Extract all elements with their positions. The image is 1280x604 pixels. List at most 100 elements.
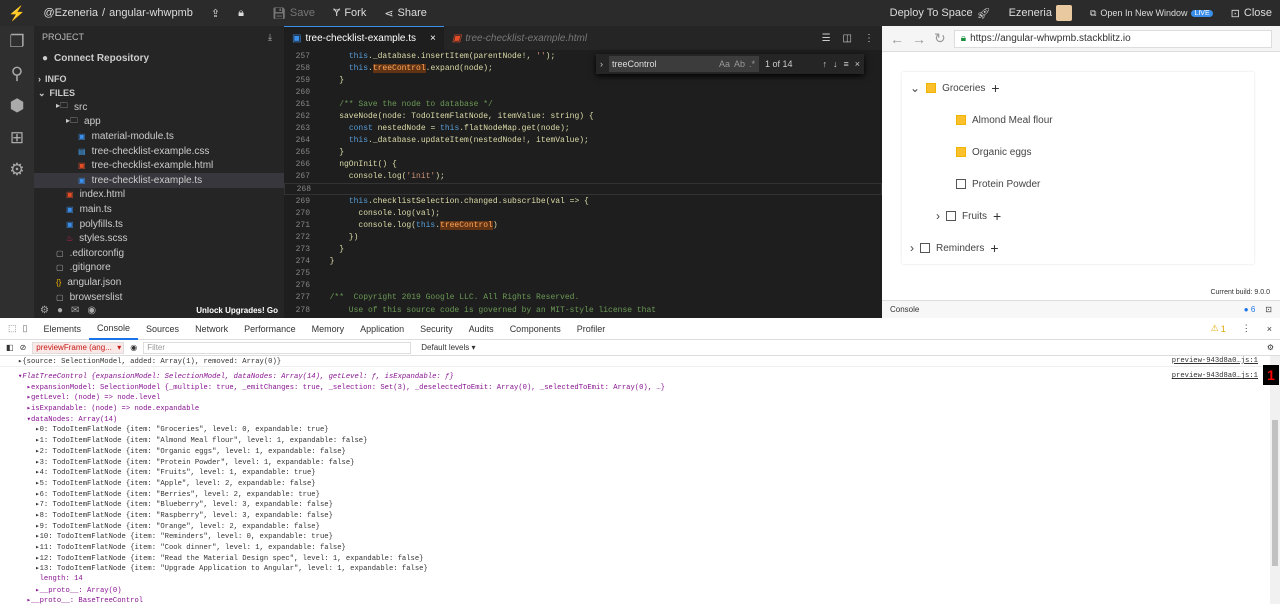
console-row[interactable]: ▸1: TodoItemFlatNode {item: "Almond Meal…	[0, 435, 1266, 446]
console-row[interactable]: ▾FlatTreeControl {expansionModel: Select…	[0, 371, 1266, 382]
code-line[interactable]: 261 /** Save the node to database */	[284, 98, 882, 110]
code-line[interactable]: 264 this._database.updateItem(nestedNode…	[284, 135, 882, 147]
tab-components[interactable]: Components	[502, 318, 569, 340]
file-tree-item[interactable]: ▢ .editorconfig	[34, 246, 284, 261]
chevron-right-icon[interactable]: ›	[936, 209, 940, 223]
tab-security[interactable]: Security	[412, 318, 461, 340]
dock-icon[interactable]: ⊡	[1265, 305, 1272, 314]
console-settings-icon[interactable]: ⚙	[1267, 343, 1274, 352]
console-row[interactable]: ▸expansionModel: SelectionModel {_multip…	[0, 381, 1266, 392]
console-source-link[interactable]: preview-943d8a0…js:1	[1172, 357, 1258, 365]
code-line[interactable]: 277 /** Copyright 2019 Google LLC. All R…	[284, 292, 882, 304]
open-new-window-button[interactable]: ⧉ Open In New Window LIVE	[1090, 8, 1213, 19]
tree-node-checkbox[interactable]	[946, 211, 956, 221]
extensions-icon[interactable]: ⊞	[0, 122, 34, 154]
unlock-upgrades-link[interactable]: Unlock Upgrades! Go	[196, 306, 278, 315]
console-row[interactable]: ▸13: TodoItemFlatNode {item: "Upgrade Ap…	[0, 563, 1266, 574]
file-tree-item[interactable]: ▣ main.ts	[34, 202, 284, 217]
whole-word-toggle[interactable]: Ab	[734, 59, 745, 69]
add-item-icon[interactable]: +	[991, 81, 999, 95]
regex-toggle[interactable]: .*	[749, 59, 755, 69]
clear-console-icon[interactable]: ⊘	[20, 343, 27, 352]
tree-node-checkbox[interactable]	[926, 83, 937, 93]
log-levels-dropdown[interactable]: Default levels ▾	[421, 343, 475, 352]
chevron-down-icon[interactable]: ⌄	[910, 81, 920, 95]
tab-application[interactable]: Application	[352, 318, 412, 340]
back-icon[interactable]: ←	[890, 31, 904, 47]
tree-node-checkbox[interactable]	[956, 179, 966, 189]
code-area[interactable]: 257 this._database.insertItem(parentNode…	[284, 50, 882, 318]
connect-repository-button[interactable]: ● Connect Repository	[34, 48, 284, 68]
share-settings-icon[interactable]: ⇪	[211, 7, 220, 20]
tab-audits[interactable]: Audits	[461, 318, 502, 340]
console-row[interactable]: ▸5: TodoItemFlatNode {item: "Apple", lev…	[0, 478, 1266, 489]
tab-ts[interactable]: ▣ tree-checklist-example.ts ×	[284, 26, 444, 50]
file-tree-item[interactable]: ♨ styles.scss	[34, 231, 284, 246]
console-row[interactable]: ▸{source: SelectionModel, added: Array(1…	[0, 356, 1266, 367]
eye-icon[interactable]: ◉	[130, 343, 137, 352]
close-find-icon[interactable]: ×	[855, 59, 860, 69]
files-icon[interactable]: ❐	[0, 26, 34, 58]
code-line[interactable]: 266 ngOnInit() {	[284, 159, 882, 171]
save-button[interactable]: 💾︎ Save	[272, 7, 315, 20]
code-line[interactable]: 259 }	[284, 74, 882, 86]
console-row[interactable]: ▸7: TodoItemFlatNode {item: "Blueberry",…	[0, 499, 1266, 510]
deploy-icon[interactable]: ⬢	[0, 90, 34, 122]
add-item-icon[interactable]: +	[990, 241, 998, 255]
file-tree-item[interactable]: ▸🗀︎ src	[34, 100, 284, 115]
url-field[interactable]: 🔒︎ https://angular-whwpmb.stackblitz.io	[953, 29, 1272, 48]
chevron-right-icon[interactable]: ›	[910, 241, 914, 255]
code-line[interactable]: 275	[284, 268, 882, 280]
fork-button[interactable]: Ɏ Fork	[333, 7, 366, 19]
chevron-right-icon[interactable]: ›	[600, 59, 603, 69]
owner-link[interactable]: @Ezeneria	[43, 7, 98, 19]
file-tree-item[interactable]: ▤ tree-checklist-example.css	[34, 144, 284, 159]
console-row[interactable]: ▸4: TodoItemFlatNode {item: "Fruits", le…	[0, 467, 1266, 478]
user-menu[interactable]: Ezeneria	[1009, 5, 1072, 21]
console-scrollbar[interactable]	[1270, 356, 1280, 604]
share-button[interactable]: ⋖ Share	[384, 7, 427, 20]
console-source-link[interactable]: preview-943d8a0…js:1	[1172, 372, 1258, 380]
code-line[interactable]: 271 console.log(this.treeControl)	[284, 219, 882, 231]
console-row[interactable]: ▸0: TodoItemFlatNode {item: "Groceries",…	[0, 424, 1266, 435]
console-row[interactable]: ▸12: TodoItemFlatNode {item: "Read the M…	[0, 552, 1266, 563]
context-selector[interactable]: previewFrame (ang... ▾	[32, 341, 125, 354]
arrow-up-icon[interactable]: ↑	[822, 59, 827, 69]
code-line[interactable]: 265 }	[284, 147, 882, 159]
device-toolbar-icon[interactable]: ▯	[23, 323, 28, 334]
code-line[interactable]: 268	[284, 183, 882, 196]
inspect-element-icon[interactable]: ⬚	[8, 323, 17, 334]
preview-console-toggle[interactable]: Console ● 6 ⊡	[882, 300, 1280, 318]
files-section[interactable]: ⌄ FILES	[34, 86, 284, 100]
deploy-button[interactable]: Deploy To Space 🚀︎	[890, 7, 991, 20]
tab-elements[interactable]: Elements	[35, 318, 89, 340]
more-actions-icon[interactable]: ⋮	[864, 33, 874, 44]
code-line[interactable]: 274 }	[284, 256, 882, 268]
find-in-selection-icon[interactable]: ≡	[843, 59, 848, 69]
settings-gear-icon[interactable]: ⚙	[0, 154, 34, 186]
console-row[interactable]: ▸9: TodoItemFlatNode {item: "Orange", le…	[0, 520, 1266, 531]
tab-memory[interactable]: Memory	[304, 318, 353, 340]
search-icon[interactable]: ⚲	[0, 58, 34, 90]
console-row[interactable]: length: 14	[0, 574, 1266, 585]
tab-console[interactable]: Console	[89, 318, 139, 340]
tab-network[interactable]: Network	[187, 318, 236, 340]
devtools-close-icon[interactable]: ×	[1259, 318, 1280, 340]
close-button[interactable]: ⊡ Close	[1231, 7, 1272, 20]
console-row[interactable]: ▸__proto__: BaseTreeControl	[0, 595, 1266, 604]
console-row[interactable]: ▸getLevel: (node) => node.level	[0, 392, 1266, 403]
code-line[interactable]: 270 console.log(val);	[284, 207, 882, 219]
match-case-toggle[interactable]: Aa	[719, 59, 730, 69]
console-row[interactable]: ▸2: TodoItemFlatNode {item: "Organic egg…	[0, 446, 1266, 457]
stackblitz-logo-icon[interactable]: ⚡	[8, 5, 25, 22]
sidebar-toggle-icon[interactable]: ◧	[6, 343, 14, 352]
code-line[interactable]: 278 Use of this source code is governed …	[284, 304, 882, 316]
discord-icon[interactable]: ◉	[87, 305, 96, 316]
add-item-icon[interactable]: +	[993, 209, 1001, 223]
console-row[interactable]: ▸3: TodoItemFlatNode {item: "Protein Pow…	[0, 456, 1266, 467]
file-tree-item[interactable]: ▣ tree-checklist-example.ts	[34, 172, 284, 188]
warning-counter[interactable]: ⚠ 1	[1203, 318, 1234, 340]
download-icon[interactable]: ⤓	[268, 32, 272, 43]
info-section[interactable]: › INFO	[34, 72, 284, 86]
devtools-menu-icon[interactable]: ⋮	[1234, 318, 1259, 340]
